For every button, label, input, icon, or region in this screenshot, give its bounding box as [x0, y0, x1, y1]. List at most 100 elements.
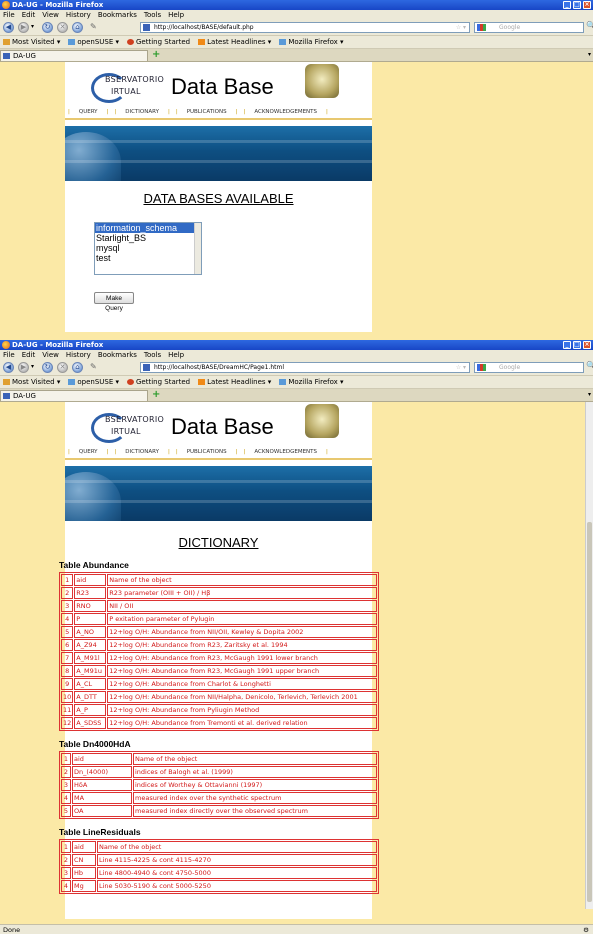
bookmark-opensuse[interactable]: openSUSE ▾	[68, 36, 119, 48]
close-button[interactable]: ×	[583, 1, 591, 9]
menu-bookmarks[interactable]: Bookmarks	[98, 350, 137, 360]
site-title: Data Base	[171, 74, 274, 99]
firefox-icon	[2, 341, 10, 349]
bookmark-mozilla-firefox[interactable]: Mozilla Firefox ▾	[279, 36, 344, 48]
menu-tools[interactable]: Tools	[144, 10, 161, 20]
menu-history[interactable]: History	[66, 10, 91, 20]
make-query-button[interactable]: Make Query	[94, 292, 134, 312]
field-name: Mg	[72, 880, 96, 892]
minimize-button[interactable]: _	[563, 1, 571, 9]
forward-button[interactable]: ▶	[18, 362, 29, 373]
minimize-button[interactable]: _	[563, 341, 571, 349]
menu-history[interactable]: History	[66, 350, 91, 360]
database-option[interactable]: mysql	[95, 243, 201, 253]
bookmark-most-visited[interactable]: Most Visited ▾	[3, 36, 60, 48]
scrollbar-thumb[interactable]	[587, 522, 592, 902]
database-listbox[interactable]: information_schema Starlight_BS mysql te…	[94, 222, 202, 275]
row-number: 4	[61, 792, 71, 804]
logo-line1: BSERVATORIO	[105, 415, 165, 424]
vertical-scrollbar[interactable]	[585, 402, 593, 909]
menu-file[interactable]: File	[3, 10, 15, 20]
bookmark-latest-headlines[interactable]: Latest Headlines ▾	[198, 36, 271, 48]
bookmark-star-icon[interactable]: ✎	[90, 22, 97, 31]
nav-acknowledgements[interactable]: ACKNOWLEDGEMENTS	[254, 449, 317, 455]
maximize-button[interactable]: □	[573, 1, 581, 9]
database-option[interactable]: information_schema	[95, 223, 201, 233]
reload-button[interactable]: ↻	[42, 22, 53, 33]
search-box[interactable]: Google	[474, 362, 584, 373]
bookmark-opensuse[interactable]: openSUSE ▾	[68, 376, 119, 388]
tab-list-icon[interactable]: ▾	[588, 391, 591, 398]
bookmark-most-visited[interactable]: Most Visited ▾	[3, 376, 60, 388]
bookmark-star-icon[interactable]: ✎	[90, 362, 97, 371]
database-option[interactable]: Starlight_BS	[95, 233, 201, 243]
menu-tools[interactable]: Tools	[144, 350, 161, 360]
folder-icon	[68, 39, 76, 45]
back-button[interactable]: ◀	[3, 22, 14, 33]
stop-button[interactable]: ✕	[57, 362, 68, 373]
rss-icon	[198, 379, 206, 385]
history-dropdown-icon[interactable]: ▾	[31, 363, 34, 370]
url-bar[interactable]: http://localhost/BASE/default.php ☆ ▾	[140, 22, 470, 33]
field-description: indices of Balogh et al. (1999)	[133, 766, 377, 778]
bookmark-mozilla-firefox[interactable]: Mozilla Firefox ▾	[279, 376, 344, 388]
bookmark-latest-headlines[interactable]: Latest Headlines ▾	[198, 376, 271, 388]
new-tab-button[interactable]: +	[152, 389, 160, 400]
new-tab-button[interactable]: +	[152, 49, 160, 60]
menu-help[interactable]: Help	[168, 350, 184, 360]
tab-da-ug[interactable]: DA-UG	[0, 390, 148, 401]
reload-button[interactable]: ↻	[42, 362, 53, 373]
home-button[interactable]: ⌂	[72, 362, 83, 373]
nav-query[interactable]: QUERY	[79, 449, 98, 455]
title-bar: DA-UG - Mozilla Firefox _ □ ×	[0, 340, 593, 350]
maximize-button[interactable]: □	[573, 341, 581, 349]
menu-bookmarks[interactable]: Bookmarks	[98, 10, 137, 20]
menu-file[interactable]: File	[3, 350, 15, 360]
history-dropdown-icon[interactable]: ▾	[31, 23, 34, 30]
nav-query[interactable]: QUERY	[79, 109, 98, 115]
university-seal-icon	[305, 404, 339, 438]
url-bar[interactable]: http://localhost/BASE/DreamHC/Page1.html…	[140, 362, 470, 373]
field-name: A_DTT	[74, 691, 107, 703]
nav-dictionary[interactable]: DICTIONARY	[125, 449, 159, 455]
bookmark-getting-started[interactable]: Getting Started	[127, 376, 190, 388]
row-number: 2	[61, 766, 71, 778]
search-engine-icon[interactable]	[477, 24, 486, 31]
close-button[interactable]: ×	[583, 341, 591, 349]
nav-acknowledgements[interactable]: ACKNOWLEDGEMENTS	[254, 109, 317, 115]
menu-view[interactable]: View	[42, 350, 59, 360]
listbox-scrollbar[interactable]	[194, 223, 201, 274]
field-name: HδA	[72, 779, 132, 791]
field-description: 12+log O/H: Abundance from NII/Halpha, D…	[107, 691, 377, 703]
nav-publications[interactable]: PUBLICATIONS	[187, 449, 227, 455]
menu-view[interactable]: View	[42, 10, 59, 20]
status-text: Done	[3, 926, 21, 934]
search-box[interactable]: Google	[474, 22, 584, 33]
nav-dictionary[interactable]: DICTIONARY	[125, 109, 159, 115]
stop-button[interactable]: ✕	[57, 22, 68, 33]
database-option[interactable]: test	[95, 253, 201, 263]
back-button[interactable]: ◀	[3, 362, 14, 373]
star-icon[interactable]: ☆ ▾	[456, 363, 466, 372]
home-button[interactable]: ⌂	[72, 22, 83, 33]
search-icon[interactable]: 🔍	[586, 21, 593, 30]
star-icon[interactable]: ☆ ▾	[456, 23, 466, 32]
table-row: 3 RNO NII / OII	[61, 600, 377, 612]
university-seal-icon	[305, 64, 339, 98]
dn4000hda-table: 1 aid Name of the object 2 Dn_(4000) indices…	[59, 751, 379, 819]
field-name: Dn_(4000)	[72, 766, 132, 778]
search-engine-icon[interactable]	[477, 364, 486, 371]
search-icon[interactable]: 🔍	[586, 361, 593, 370]
field-name: aid	[72, 841, 96, 853]
menu-help[interactable]: Help	[168, 10, 184, 20]
table-row: 11 A_P 12+log O/H: Abundance from Pyliugin…	[61, 704, 377, 716]
bookmark-getting-started[interactable]: Getting Started	[127, 36, 190, 48]
tab-da-ug[interactable]: DA-UG	[0, 50, 148, 61]
menu-edit[interactable]: Edit	[22, 10, 36, 20]
forward-button[interactable]: ▶	[18, 22, 29, 33]
menu-edit[interactable]: Edit	[22, 350, 36, 360]
row-number: 4	[61, 613, 74, 625]
nav-publications[interactable]: PUBLICATIONS	[187, 109, 227, 115]
row-number: 4	[61, 880, 71, 892]
tab-list-icon[interactable]: ▾	[588, 51, 591, 58]
